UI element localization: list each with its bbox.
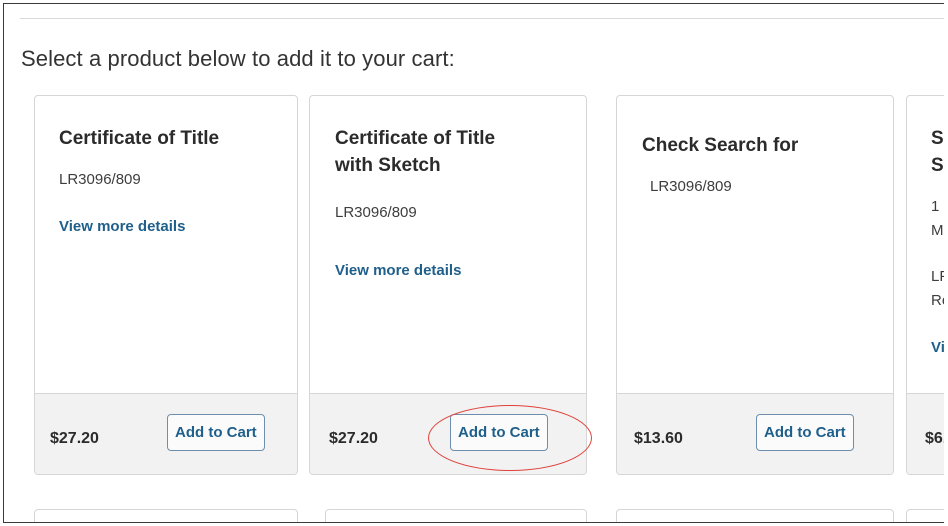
product-price: $27.20 [329, 430, 378, 447]
page-prompt: Select a product below to add it to your… [21, 46, 455, 71]
product-title-line: S [931, 155, 944, 176]
view-details-link[interactable]: View more details [335, 262, 461, 279]
product-price: $6. [925, 430, 944, 447]
product-card-certificate-of-title: Certificate of Title LR3096/809 View mor… [34, 95, 298, 475]
product-card-row2 [34, 509, 298, 522]
product-title: Certificate of Title with Sketch [335, 125, 495, 179]
divider [20, 18, 944, 19]
product-title: Certificate of Title [59, 128, 220, 149]
card-footer: $6. [907, 393, 944, 474]
card-footer: $27.20 Add to Cart [35, 393, 297, 474]
view-details-link[interactable]: View more details [59, 218, 185, 235]
card-text: LF [931, 268, 944, 285]
product-code: LR3096/809 [650, 178, 732, 195]
card-footer: $13.60 Add to Cart [617, 393, 893, 474]
product-title-line: with Sketch [335, 155, 441, 176]
product-title-line: Certificate of Title [335, 128, 496, 149]
card-text: Re [931, 292, 944, 309]
add-to-cart-button[interactable]: Add to Cart [450, 414, 548, 451]
product-card-row2 [906, 509, 944, 522]
product-code: LR3096/809 [335, 204, 417, 221]
product-panel: Select a product below to add it to your… [3, 3, 944, 523]
card-text: M [931, 222, 944, 239]
product-card-partial: S S 1 M LF Re Vi $6. [906, 95, 944, 475]
product-card-certificate-with-sketch: Certificate of Title with Sketch LR3096/… [309, 95, 587, 475]
product-price: $13.60 [634, 430, 683, 447]
product-title: Check Search for [642, 135, 799, 156]
card-text: 1 [931, 198, 940, 215]
product-title: S S [931, 125, 944, 179]
view-details-link[interactable]: Vi [931, 339, 944, 356]
product-price: $27.20 [50, 430, 99, 447]
product-code: LR3096/809 [59, 171, 141, 188]
product-card-check-search: Check Search for LR3096/809 $13.60 Add t… [616, 95, 894, 475]
add-to-cart-button[interactable]: Add to Cart [756, 414, 854, 451]
product-title-line: S [931, 128, 944, 149]
product-card-row2 [616, 509, 894, 522]
card-footer: $27.20 Add to Cart [310, 393, 586, 474]
add-to-cart-button[interactable]: Add to Cart [167, 414, 265, 451]
product-card-row2 [325, 509, 587, 522]
